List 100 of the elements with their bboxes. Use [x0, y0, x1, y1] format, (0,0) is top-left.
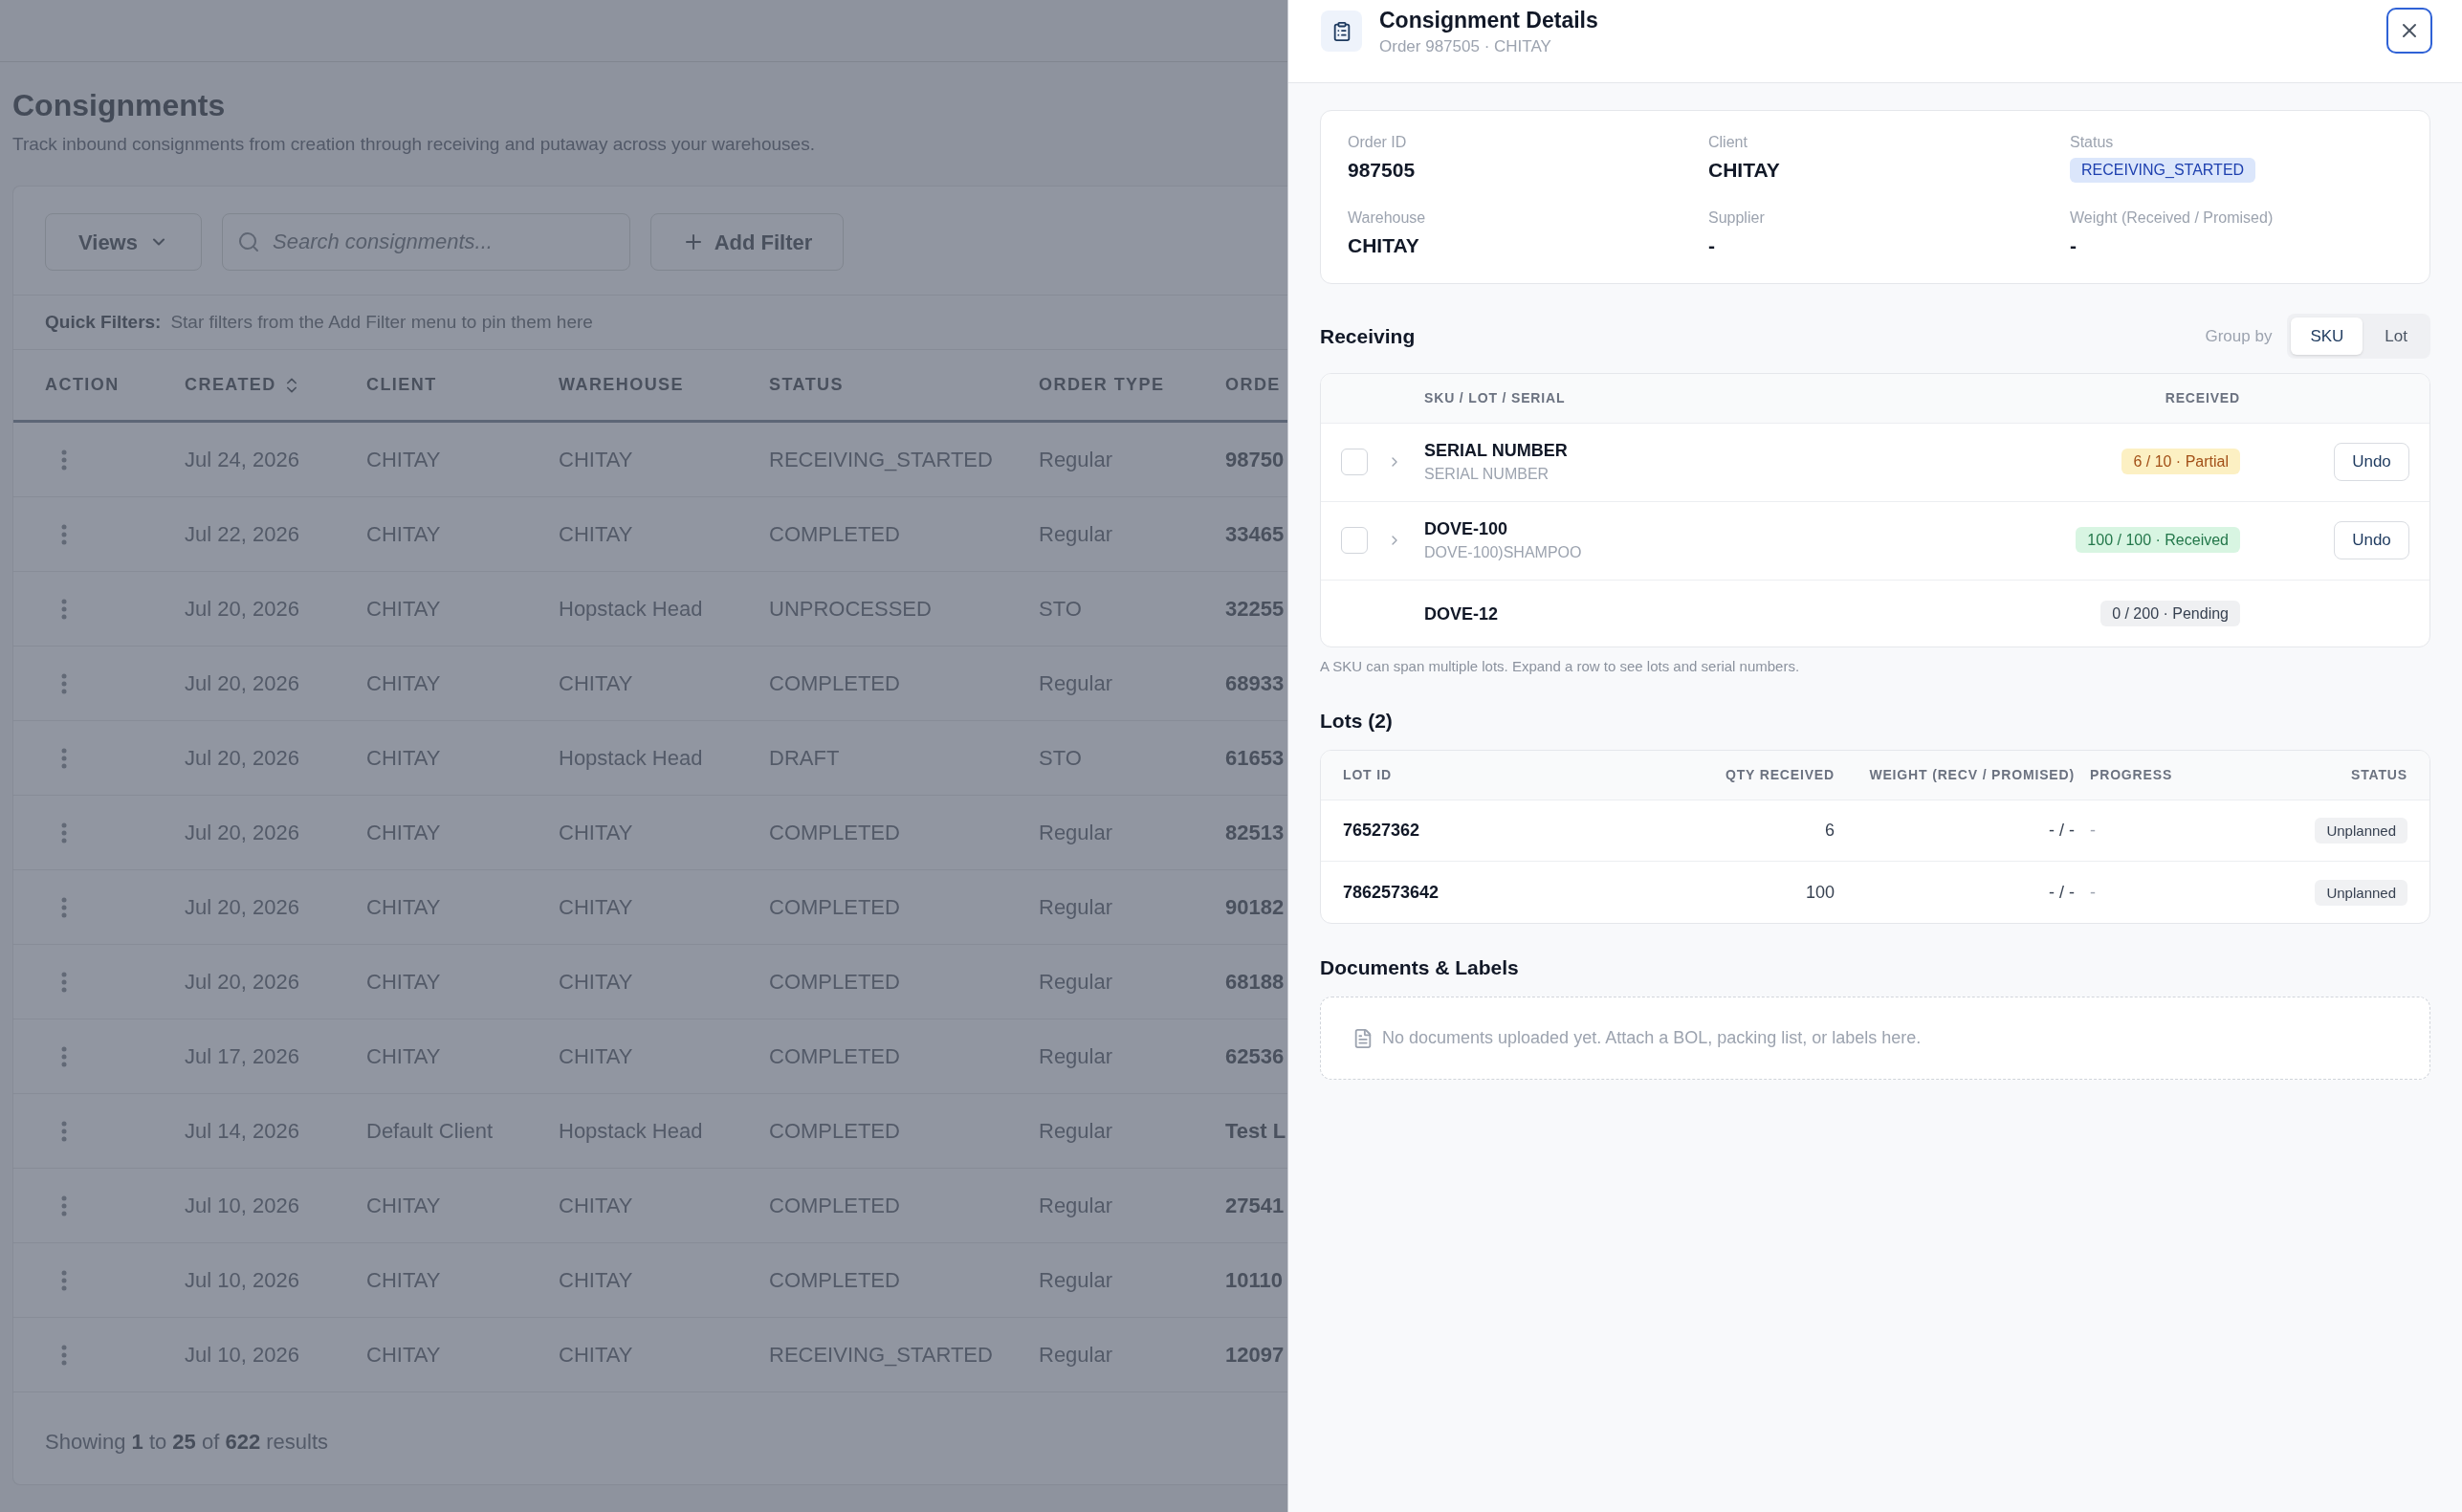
- vertical-dots-icon[interactable]: [61, 1045, 67, 1067]
- field-label: Warehouse: [1348, 208, 1426, 228]
- page-title: Consignments: [12, 87, 226, 124]
- search-field[interactable]: Search consignments...: [222, 213, 630, 271]
- table-cell-text: Regular: [1039, 1193, 1113, 1219]
- quick-filters-label: Quick Filters:: [45, 310, 162, 334]
- table-cell-text: COMPLETED: [769, 1267, 900, 1294]
- table-cell-text: CHITAY: [559, 447, 633, 473]
- table-cell-text: CHITAY: [559, 670, 633, 697]
- lot-status-badge: Unplanned: [2315, 879, 2407, 906]
- field-label: Supplier: [1708, 208, 1765, 228]
- table-cell-text: 82513: [1225, 820, 1285, 846]
- vertical-dots-icon[interactable]: [61, 1120, 67, 1142]
- table-cell-text: CHITAY: [366, 521, 441, 548]
- table-cell-text: CHITAY: [366, 1267, 441, 1294]
- table-cell-text: Jul 20, 2026: [185, 596, 299, 623]
- vertical-dots-icon[interactable]: [61, 1269, 67, 1291]
- table-cell-text: 68933: [1225, 670, 1285, 697]
- table-cell-text: Jul 20, 2026: [185, 969, 299, 996]
- table-cell-text: Jul 20, 2026: [185, 670, 299, 697]
- checkbox[interactable]: [1341, 526, 1368, 554]
- vertical-dots-icon[interactable]: [61, 672, 67, 694]
- table-cell-text: CHITAY: [366, 670, 441, 697]
- vertical-dots-icon[interactable]: [61, 449, 67, 471]
- table-cell-text: 68188: [1225, 969, 1285, 996]
- vertical-dots-icon[interactable]: [61, 971, 67, 993]
- vertical-dots-icon[interactable]: [61, 896, 67, 918]
- table-cell-text: Regular: [1039, 969, 1113, 996]
- table-cell-text: CHITAY: [366, 596, 441, 623]
- close-button[interactable]: [2386, 8, 2432, 54]
- received-badge: 100 / 100 · Received: [2076, 527, 2240, 553]
- table-cell-text: -: [2090, 820, 2096, 842]
- table-cell-text: Hopstack Head: [559, 745, 703, 772]
- table-cell-text: Default Client: [366, 1118, 494, 1145]
- table-cell-text: Jul 10, 2026: [185, 1267, 299, 1294]
- vertical-dots-icon[interactable]: [61, 598, 67, 620]
- column-header: WAREHOUSE: [559, 374, 684, 396]
- table-cell-text: 90182: [1225, 894, 1285, 921]
- vertical-dots-icon[interactable]: [61, 747, 67, 769]
- table-cell-text: Regular: [1039, 1118, 1113, 1145]
- section-title: Documents & Labels: [1320, 955, 1519, 980]
- table-cell-text: STO: [1039, 596, 1082, 623]
- table-cell-text: CHITAY: [366, 1043, 441, 1070]
- section-title: Lots (2): [1320, 709, 1393, 734]
- table-cell-text: COMPLETED: [769, 670, 900, 697]
- column-header: QTY RECEIVED: [1725, 766, 1835, 784]
- column-header: RECEIVED: [2165, 389, 2240, 407]
- search-icon: [237, 230, 260, 253]
- field-value: -: [2070, 233, 2077, 258]
- table-cell-text: RECEIVING_STARTED: [769, 1342, 993, 1369]
- table-cell-text: Jul 10, 2026: [185, 1342, 299, 1369]
- table-cell-text: COMPLETED: [769, 894, 900, 921]
- received-badge: 6 / 10 · Partial: [2121, 449, 2240, 474]
- table-cell-text: 98750: [1225, 447, 1285, 473]
- vertical-dots-icon[interactable]: [61, 822, 67, 844]
- field-label: Client: [1708, 133, 1748, 152]
- table-cell-text: 61653: [1225, 745, 1285, 772]
- vertical-dots-icon[interactable]: [61, 1194, 67, 1216]
- empty-message: No documents uploaded yet. Attach a BOL, packing list, or labels here.: [1382, 1027, 1922, 1049]
- receiving-note: A SKU can span multiple lots. Expand a row to see lots and serial numbers.: [1320, 657, 1800, 676]
- table-cell-text: - / -: [2049, 820, 2075, 842]
- undo-button[interactable]: Undo: [2334, 442, 2409, 481]
- group-by-option[interactable]: SKU: [2291, 318, 2363, 355]
- quick-filters-hint: Star filters from the Add Filter menu to pin them here: [170, 310, 593, 334]
- table-cell-text: COMPLETED: [769, 1118, 900, 1145]
- status-badge: RECEIVING_STARTED: [2070, 158, 2256, 183]
- table-cell-text: Regular: [1039, 1267, 1113, 1294]
- table-cell-text: 6: [1825, 820, 1835, 842]
- table-cell-text: CHITAY: [366, 1193, 441, 1219]
- page-subtitle: Track inbound consignments from creation through receiving and putaway across your warehouses.: [12, 133, 815, 156]
- vertical-dots-icon[interactable]: [61, 523, 67, 545]
- column-header: LOT ID: [1343, 766, 1392, 784]
- field-value: CHITAY: [1348, 233, 1419, 258]
- received-badge: 0 / 200 · Pending: [2100, 601, 2240, 626]
- sku-description: DOVE-100)SHAMPOO: [1424, 543, 1582, 562]
- table-cell-text: Jul 22, 2026: [185, 521, 299, 548]
- group-by-option[interactable]: Lot: [2365, 318, 2427, 355]
- group-by-label: Group by: [2205, 325, 2273, 347]
- results-summary: Showing 1 to 25 of 622 results: [45, 1428, 329, 1456]
- checkbox[interactable]: [1341, 448, 1368, 475]
- table-cell-text: Regular: [1039, 1043, 1113, 1070]
- column-header: ORDER TYPE: [1039, 374, 1165, 396]
- table-cell-text: 100: [1805, 881, 1835, 904]
- table-cell-text: Regular: [1039, 447, 1113, 473]
- table-cell-text: Regular: [1039, 521, 1113, 548]
- table-cell-text: 76527362: [1343, 820, 1420, 842]
- table-cell-text: CHITAY: [559, 894, 633, 921]
- sku-name: DOVE-12: [1424, 603, 1499, 625]
- table-cell-text: Jul 20, 2026: [185, 820, 299, 846]
- table-cell-text: Jul 14, 2026: [185, 1118, 299, 1145]
- vertical-dots-icon[interactable]: [61, 1344, 67, 1366]
- table-cell-text: CHITAY: [559, 1267, 633, 1294]
- table-cell-text: Jul 20, 2026: [185, 894, 299, 921]
- field-value: CHITAY: [1708, 158, 1780, 183]
- table-cell-text: - / -: [2049, 881, 2075, 904]
- table-cell-text: STO: [1039, 745, 1082, 772]
- table-cell-text: Jul 10, 2026: [185, 1193, 299, 1219]
- table-cell-text: 12097: [1225, 1342, 1285, 1369]
- undo-button[interactable]: Undo: [2334, 520, 2409, 559]
- table-cell-text: CHITAY: [559, 521, 633, 548]
